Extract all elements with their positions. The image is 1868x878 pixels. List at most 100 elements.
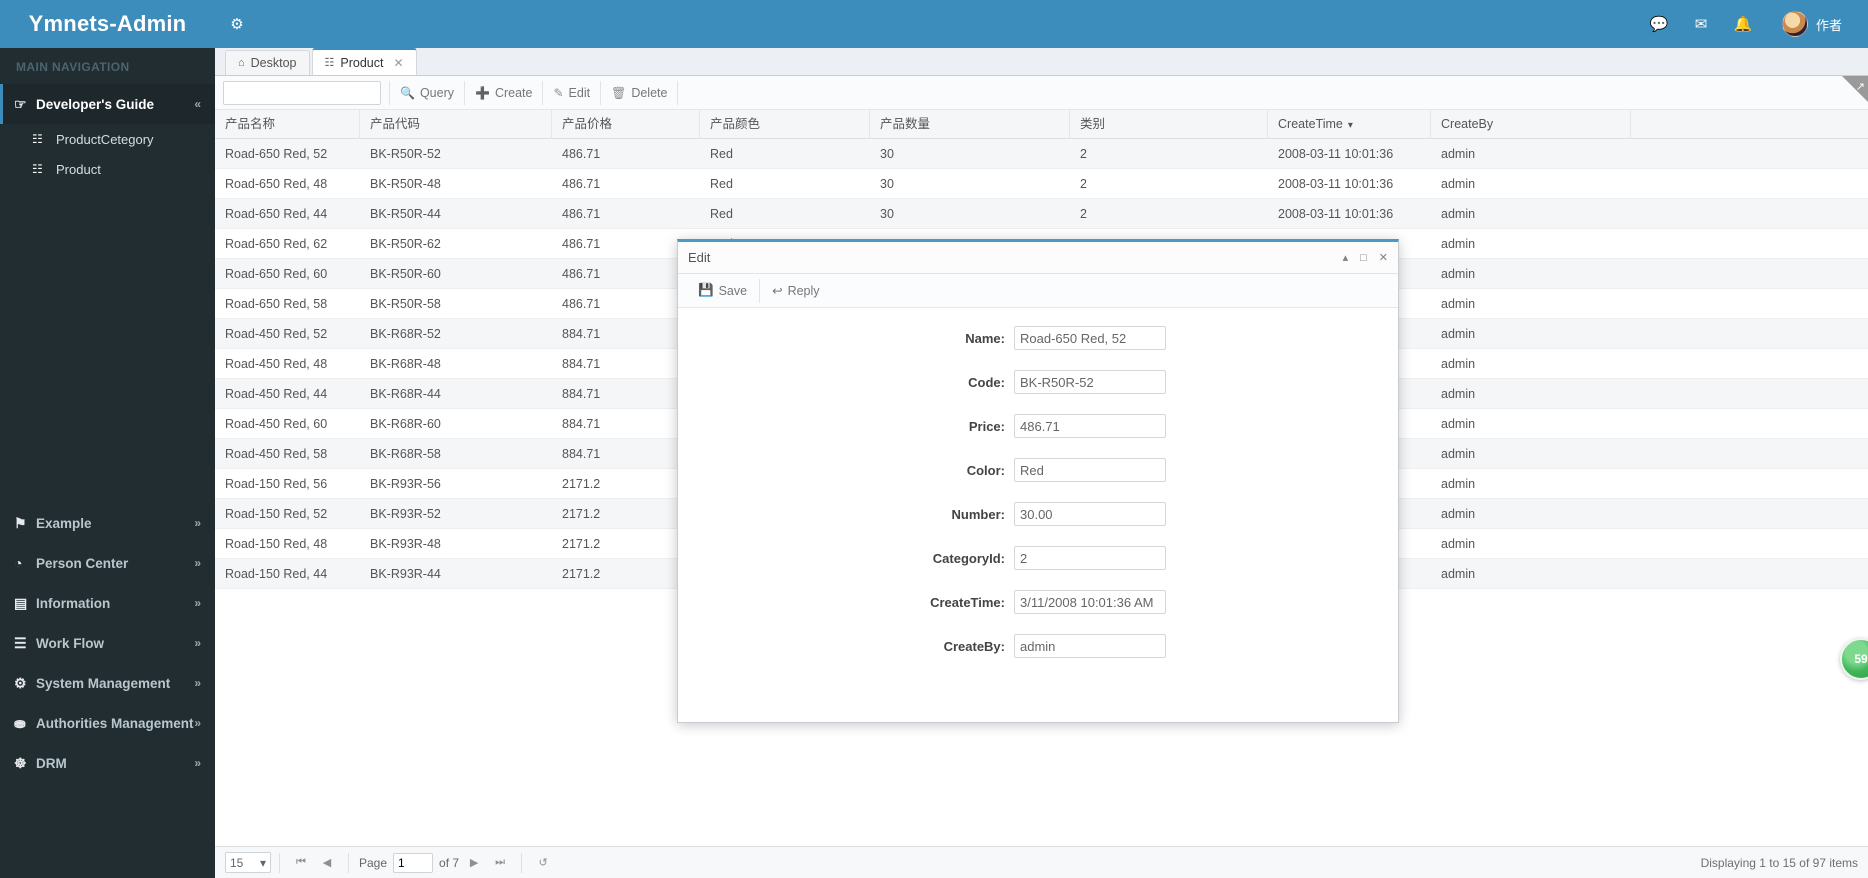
createtime-field[interactable] xyxy=(1014,590,1166,614)
sidebar-item-example[interactable]: ⚑ Example » xyxy=(0,503,215,543)
grid-column-header[interactable]: CreateTime ▾ xyxy=(1268,109,1431,139)
table-cell: Red xyxy=(710,206,733,221)
table-row[interactable]: Road-650 Red, 52 BK-R50R-52 486.71 Red 30 2 20… xyxy=(215,139,1868,169)
brand-logo[interactable]: Ymnets-Admin xyxy=(0,0,215,48)
table-cell: Red xyxy=(710,176,733,191)
grid-column-header[interactable]: 产品数量 xyxy=(870,109,1070,139)
chevron-down-icon: » xyxy=(194,636,201,650)
categoryid-field[interactable] xyxy=(1014,546,1166,570)
button-label: Delete xyxy=(631,85,668,100)
price-field[interactable] xyxy=(1014,414,1166,438)
save-button[interactable]: 💾 Save xyxy=(686,279,759,303)
table-row[interactable]: Road-650 Red, 48 BK-R50R-48 486.71 Red 30 2 20… xyxy=(215,169,1868,199)
name-field[interactable] xyxy=(1014,326,1166,350)
sidebar-subitem-product[interactable]: ☷ Product xyxy=(0,154,215,184)
sidebar-subitem-productcetegory[interactable]: ☷ ProductCetegory xyxy=(0,124,215,154)
grid-column-header[interactable]: 类别 xyxy=(1070,109,1268,139)
grid-column-header[interactable]: 产品名称 xyxy=(215,109,360,139)
createby-field[interactable] xyxy=(1014,634,1166,658)
sidebar-item-person-center[interactable]: ◔ Person Center » xyxy=(0,543,215,583)
table-cell: BK-R50R-44 xyxy=(370,206,441,221)
mail-icon[interactable]: ✉ xyxy=(1680,0,1722,48)
page-size-select[interactable]: 15 ▾ xyxy=(225,852,271,873)
page-label: Page xyxy=(359,855,388,870)
close-icon[interactable]: ✕ xyxy=(1379,251,1388,264)
code-field[interactable] xyxy=(1014,370,1166,394)
grid-header-row: 产品名称 产品代码 产品价格 产品颜色 产品数量 类别 CreateTime ▾ CreateB… xyxy=(215,109,1868,139)
next-page-button[interactable]: ▶ xyxy=(461,852,487,873)
grid-column-header[interactable]: 产品代码 xyxy=(360,109,552,139)
table-cell: Road-450 Red, 58 xyxy=(225,446,328,461)
table-cell: BK-R68R-60 xyxy=(370,416,441,431)
table-cell: 30 xyxy=(880,146,894,161)
close-icon[interactable]: ✕ xyxy=(393,56,403,70)
expand-corner-button[interactable] xyxy=(1842,76,1868,102)
refresh-button[interactable]: ↺ xyxy=(530,852,556,873)
sidebar-submenu: ☷ ProductCetegory ☷ Product xyxy=(0,124,215,184)
grid-column-header[interactable]: CreateBy xyxy=(1431,109,1631,139)
sitemap-icon: ☷ xyxy=(32,132,43,146)
query-button[interactable]: 🔍 Query xyxy=(389,80,465,105)
button-label: Reply xyxy=(787,283,820,298)
sidebar: Ymnets-Admin MAIN NAVIGATION ☞ Developer… xyxy=(0,0,215,878)
sidebar-item-developers-guide[interactable]: ☞ Developer's Guide « xyxy=(0,84,215,124)
table-cell: admin xyxy=(1441,206,1476,221)
sidebar-item-drm[interactable]: ☸ DRM » xyxy=(0,743,215,783)
table-cell: Road-150 Red, 56 xyxy=(225,476,328,491)
sidebar-item-label: Authorities Management xyxy=(36,715,194,731)
search-input[interactable] xyxy=(223,80,381,105)
first-page-button[interactable]: ⏮ xyxy=(288,852,314,873)
sort-amount-icon: ☰ xyxy=(14,634,27,651)
sidebar-subitem-label: Product xyxy=(56,161,101,177)
bell-icon[interactable]: 🔔 xyxy=(1722,0,1764,48)
table-cell: admin xyxy=(1441,476,1476,491)
create-button[interactable]: ➕ Create xyxy=(465,80,544,105)
prev-page-button[interactable]: ◀ xyxy=(314,852,340,873)
table-cell: BK-R50R-48 xyxy=(370,176,441,191)
dialog-titlebar[interactable]: Edit ▴ □ ✕ xyxy=(678,242,1398,274)
sidebar-item-system-management[interactable]: ⚙ System Management » xyxy=(0,663,215,703)
table-cell: BK-R68R-58 xyxy=(370,446,441,461)
table-cell: Road-150 Red, 44 xyxy=(225,566,328,581)
pagination-info: Displaying 1 to 15 of 97 items xyxy=(1700,855,1858,870)
table-cell: BK-R68R-44 xyxy=(370,386,441,401)
field-label: CreateTime: xyxy=(930,594,1005,610)
table-row[interactable]: Road-650 Red, 44 BK-R50R-44 486.71 Red 30 2 20… xyxy=(215,199,1868,229)
tab-product[interactable]: ☷ Product ✕ xyxy=(311,48,417,75)
column-label: 产品价格 xyxy=(562,116,613,131)
tab-desktop[interactable]: ⌂ Desktop xyxy=(225,50,310,75)
form-row-createby: CreateBy: xyxy=(678,634,1398,658)
sidebar-toggle-icon[interactable]: ⚙ xyxy=(215,0,259,48)
user-menu[interactable]: 作者 xyxy=(1764,0,1852,48)
field-label: Name: xyxy=(965,330,1005,346)
last-page-button[interactable]: ⏭ xyxy=(487,852,513,873)
table-cell: Road-650 Red, 48 xyxy=(225,176,328,191)
maximize-icon[interactable]: □ xyxy=(1360,252,1367,264)
grid-column-header[interactable]: 产品颜色 xyxy=(700,109,870,139)
sidebar-item-label: Information xyxy=(36,595,111,611)
delete-button[interactable]: 🗑 Delete xyxy=(601,80,679,105)
table-cell: admin xyxy=(1441,416,1476,431)
table-cell: Road-650 Red, 44 xyxy=(225,206,328,221)
sidebar-item-information[interactable]: ▤ Information » xyxy=(0,583,215,623)
reply-button[interactable]: ↩ Reply xyxy=(759,278,831,303)
sidebar-item-label: Developer's Guide xyxy=(36,96,154,112)
hand-pointer-icon: ☞ xyxy=(14,95,27,112)
sidebar-item-label: Work Flow xyxy=(36,635,105,651)
edit-button[interactable]: ✎ Edit xyxy=(543,80,602,105)
sidebar-item-work-flow[interactable]: ☰ Work Flow » xyxy=(0,623,215,663)
edit-dialog: Edit ▴ □ ✕ 💾 Save ↩ Reply Name: Code: Pric… xyxy=(677,239,1399,723)
color-field[interactable] xyxy=(1014,458,1166,482)
table-cell: admin xyxy=(1441,566,1476,581)
column-label: CreateBy xyxy=(1441,116,1494,131)
grid-column-header[interactable]: 产品价格 xyxy=(552,109,700,139)
form-row-categoryid: CategoryId: xyxy=(678,546,1398,570)
column-label: 产品数量 xyxy=(880,116,931,131)
page-number-input[interactable] xyxy=(393,852,434,873)
sidebar-item-authorities-management[interactable]: ⛂ Authorities Management» xyxy=(0,703,215,743)
table-cell: admin xyxy=(1441,236,1476,251)
collapse-icon[interactable]: ▴ xyxy=(1343,251,1349,264)
chat-icon[interactable]: 💬 xyxy=(1638,0,1680,48)
number-field[interactable] xyxy=(1014,502,1166,526)
page-size-value: 15 xyxy=(230,855,244,870)
